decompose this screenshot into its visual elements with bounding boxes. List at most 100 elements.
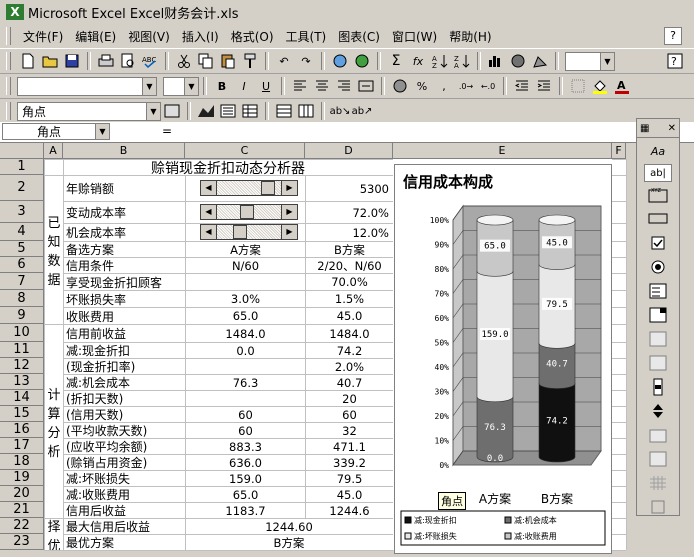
legend-icon[interactable] bbox=[219, 102, 237, 120]
cut-icon[interactable] bbox=[175, 52, 193, 70]
scroll-left-button[interactable]: ◀ bbox=[200, 204, 217, 220]
borders-icon[interactable] bbox=[569, 77, 587, 95]
combo-dropdown-edit-icon[interactable] bbox=[645, 352, 671, 374]
row-header[interactable]: 12 bbox=[0, 358, 44, 374]
font-color-icon[interactable]: A bbox=[613, 77, 631, 95]
scroll-right-button[interactable]: ▶ bbox=[281, 224, 298, 240]
menu-chart[interactable]: 图表(C) bbox=[332, 28, 386, 45]
column-header[interactable]: C bbox=[185, 143, 305, 159]
row-header[interactable]: 6 bbox=[0, 257, 44, 273]
chart-type-icon[interactable] bbox=[197, 102, 215, 120]
menu-window[interactable]: 窗口(W) bbox=[386, 28, 443, 45]
spinner-control-icon[interactable] bbox=[645, 400, 671, 422]
italic-icon[interactable]: I bbox=[235, 77, 253, 95]
row-header[interactable]: 10 bbox=[0, 324, 44, 342]
menu-help[interactable]: 帮助(H) bbox=[443, 28, 497, 45]
chart-objects-combo[interactable]: 角点 ▼ bbox=[17, 101, 161, 121]
close-icon[interactable]: ✕ bbox=[668, 123, 676, 134]
groupbox-control-icon[interactable]: XYZ bbox=[645, 184, 671, 206]
paste-icon[interactable] bbox=[219, 52, 237, 70]
row-header[interactable]: 16 bbox=[0, 422, 44, 438]
scrollbar-slider-r4[interactable]: ◀ ▶ bbox=[200, 224, 298, 240]
increase-decimal-icon[interactable]: .0→ bbox=[457, 77, 475, 95]
menu-view[interactable]: 视图(V) bbox=[122, 28, 176, 45]
copy-icon[interactable] bbox=[197, 52, 215, 70]
sort-ascending-icon[interactable]: AZ bbox=[431, 52, 449, 70]
data-table-icon[interactable] bbox=[241, 102, 259, 120]
drawing-icon[interactable] bbox=[531, 52, 549, 70]
chevron-down-icon[interactable]: ▼ bbox=[142, 77, 156, 95]
scroll-left-button[interactable]: ◀ bbox=[200, 224, 217, 240]
menu-file[interactable]: 文件(F) bbox=[17, 28, 69, 45]
scroll-right-button[interactable]: ▶ bbox=[281, 180, 298, 196]
select-all-corner[interactable] bbox=[0, 143, 44, 159]
row-header[interactable]: 15 bbox=[0, 406, 44, 422]
listbox-control-icon[interactable] bbox=[645, 280, 671, 302]
chevron-down-icon[interactable]: ▼ bbox=[95, 124, 109, 139]
row-header[interactable]: 2 bbox=[0, 175, 44, 201]
scroll-right-button[interactable]: ▶ bbox=[281, 204, 298, 220]
sort-descending-icon[interactable]: ZA bbox=[453, 52, 471, 70]
row-header[interactable]: 19 bbox=[0, 470, 44, 486]
font-name-combo[interactable]: ▼ bbox=[17, 76, 157, 96]
currency-icon[interactable] bbox=[391, 77, 409, 95]
scroll-thumb[interactable] bbox=[261, 181, 276, 195]
align-right-icon[interactable] bbox=[335, 77, 353, 95]
toggle-grid-icon[interactable] bbox=[645, 472, 671, 494]
print-icon[interactable] bbox=[97, 52, 115, 70]
save-icon[interactable] bbox=[63, 52, 81, 70]
scrollbar-control-icon[interactable] bbox=[645, 376, 671, 398]
name-box[interactable]: 角点 ▼ bbox=[2, 123, 110, 140]
row-header[interactable]: 3 bbox=[0, 201, 44, 223]
format-chart-area-icon[interactable] bbox=[163, 102, 181, 120]
autosum-icon[interactable]: Σ bbox=[387, 52, 405, 70]
row-header[interactable]: 21 bbox=[0, 502, 44, 518]
undo-icon[interactable]: ↶ bbox=[275, 52, 293, 70]
hyperlink-icon[interactable] bbox=[331, 52, 349, 70]
web-toolbar-icon[interactable] bbox=[353, 52, 371, 70]
row-header[interactable]: 1 bbox=[0, 159, 44, 175]
row-header[interactable]: 5 bbox=[0, 241, 44, 257]
function-icon[interactable]: fx bbox=[409, 52, 427, 70]
scroll-thumb[interactable] bbox=[240, 205, 255, 219]
column-header[interactable]: E bbox=[393, 143, 612, 159]
new-file-icon[interactable] bbox=[19, 52, 37, 70]
by-row-icon[interactable] bbox=[275, 102, 293, 120]
percent-icon[interactable]: % bbox=[413, 77, 431, 95]
chart-area[interactable]: 信用成本构成 0% 10% 20% 30% 40% 50% 60% 70% 80% 90% 100% 7… bbox=[394, 164, 612, 554]
row-header[interactable]: 20 bbox=[0, 486, 44, 502]
menu-edit[interactable]: 编辑(E) bbox=[69, 28, 122, 45]
scroll-track[interactable] bbox=[217, 204, 281, 220]
chart-wizard-icon[interactable] bbox=[487, 52, 505, 70]
row-header[interactable]: 11 bbox=[0, 342, 44, 358]
redo-icon[interactable]: ↷ bbox=[297, 52, 315, 70]
increase-indent-icon[interactable] bbox=[535, 77, 553, 95]
open-folder-icon[interactable] bbox=[41, 52, 59, 70]
column-header[interactable]: A bbox=[44, 143, 63, 159]
button-control-icon[interactable] bbox=[645, 208, 671, 230]
scroll-left-button[interactable]: ◀ bbox=[200, 180, 217, 196]
map-icon[interactable] bbox=[509, 52, 527, 70]
align-left-icon[interactable] bbox=[291, 77, 309, 95]
scroll-thumb[interactable] bbox=[232, 225, 247, 239]
run-dialog-icon[interactable] bbox=[645, 496, 671, 518]
align-center-icon[interactable] bbox=[313, 77, 331, 95]
editbox-control-icon[interactable]: ab| bbox=[644, 164, 672, 182]
office-assistant-icon[interactable]: ? bbox=[666, 52, 684, 70]
row-header[interactable]: 7 bbox=[0, 273, 44, 290]
row-header[interactable]: 23 bbox=[0, 534, 44, 550]
row-header[interactable]: 8 bbox=[0, 290, 44, 307]
chevron-down-icon[interactable]: ▼ bbox=[600, 52, 614, 70]
scroll-track[interactable] bbox=[217, 180, 281, 196]
scrollbar-slider-r2[interactable]: ◀ ▶ bbox=[200, 180, 298, 196]
help-icon[interactable]: ? bbox=[664, 27, 682, 45]
format-painter-icon[interactable] bbox=[241, 52, 259, 70]
menu-insert[interactable]: 插入(I) bbox=[176, 28, 225, 45]
bold-icon[interactable]: B bbox=[213, 77, 231, 95]
formula-equals[interactable]: = bbox=[162, 124, 172, 138]
combobox-control-icon[interactable] bbox=[645, 304, 671, 326]
row-header[interactable]: 9 bbox=[0, 307, 44, 324]
column-header[interactable]: F bbox=[612, 143, 626, 159]
merge-center-icon[interactable] bbox=[357, 77, 375, 95]
column-header[interactable]: B bbox=[63, 143, 185, 159]
